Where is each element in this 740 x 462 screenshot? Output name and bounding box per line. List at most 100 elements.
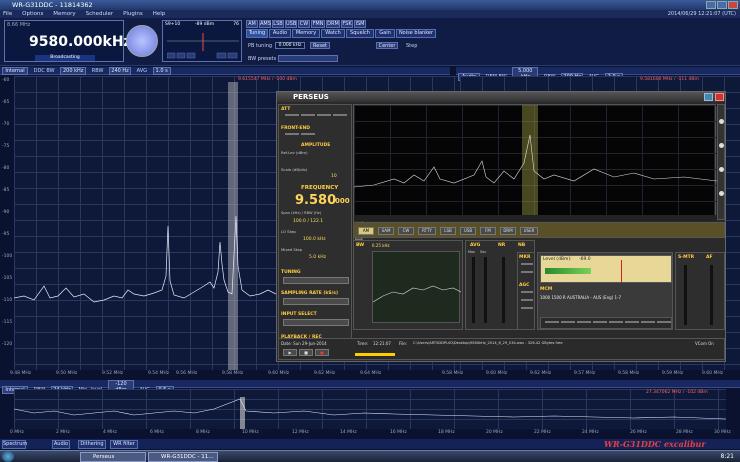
perseus-spectrum-trace: [354, 134, 717, 188]
att-button-3[interactable]: [317, 114, 331, 116]
mode-ism-button[interactable]: ISM: [354, 20, 366, 28]
meter-scale-graphic: [167, 33, 239, 59]
perseus-frequency[interactable]: 9.580: [295, 193, 336, 208]
tab-memory[interactable]: Memory: [292, 29, 320, 38]
maximize-button[interactable]: [717, 1, 727, 9]
x-tick: 4 MHz: [103, 430, 117, 435]
ddc-bw-select[interactable]: 200 kHz: [60, 67, 87, 75]
menu-scheduler[interactable]: Scheduler: [86, 11, 114, 17]
perseus-mode-drm[interactable]: DRM: [500, 227, 516, 235]
att-button-4[interactable]: [333, 114, 347, 116]
center-button[interactable]: Center: [376, 42, 398, 49]
sec-slider[interactable]: [484, 257, 487, 323]
perseus-mode-am[interactable]: AM: [358, 227, 374, 235]
left-source-button[interactable]: Internal: [2, 67, 28, 75]
side-knob-4[interactable]: [719, 191, 724, 196]
mkr-button-1[interactable]: [521, 263, 533, 265]
perseus-mode-usb[interactable]: USB: [460, 227, 476, 235]
stop-button[interactable]: ■: [299, 349, 313, 356]
frequency-display[interactable]: 8.66 MHz 9580.000kHz Broadcasting: [4, 20, 132, 62]
tab-gain[interactable]: Gain: [375, 29, 395, 38]
tab-tuning[interactable]: Tuning: [246, 29, 268, 38]
perseus-minimize-button[interactable]: [704, 93, 713, 101]
x-tick: 10 MHz: [242, 430, 259, 435]
mcm-button-7[interactable]: [641, 321, 655, 323]
left-rbw-select[interactable]: 240 Hz: [109, 67, 132, 75]
play-button[interactable]: ▶: [283, 349, 297, 356]
tab-bottom-audio[interactable]: Audio: [52, 440, 70, 449]
tab-squelch[interactable]: Squelch: [346, 29, 374, 38]
perseus-spectrum[interactable]: [353, 104, 717, 221]
agc-button-3[interactable]: [521, 307, 533, 309]
perseus-mode-user[interactable]: USER: [520, 227, 538, 235]
minimize-button[interactable]: [706, 1, 716, 9]
mkr-button-2[interactable]: [521, 271, 533, 273]
tab-dithering[interactable]: Dithering: [78, 440, 106, 449]
mcm-button-5[interactable]: [609, 321, 623, 323]
mcm-button-3[interactable]: [577, 321, 591, 323]
mcm-button-8[interactable]: [657, 321, 671, 323]
perseus-mode-cw[interactable]: CW: [398, 227, 414, 235]
start-button[interactable]: [2, 451, 14, 462]
menu-options[interactable]: Options: [22, 11, 43, 17]
menu-plugins[interactable]: Plugins: [123, 11, 143, 17]
bw-presets-bar[interactable]: [278, 55, 338, 62]
mode-fmn-button[interactable]: FMN: [311, 20, 325, 28]
menu-bar: File Options Memory Scheduler Plugins He…: [0, 10, 740, 18]
agc-button-2[interactable]: [521, 299, 533, 301]
mode-ams-button[interactable]: AMS: [259, 20, 271, 28]
af-volume-slider[interactable]: [710, 265, 713, 325]
perseus-mode-rtty[interactable]: RTTY: [418, 227, 436, 235]
tab-noise-blanker[interactable]: Noise blanker: [396, 29, 436, 38]
perseus-mode-lsb[interactable]: LSB: [440, 227, 456, 235]
att-button-2[interactable]: [301, 114, 315, 116]
perseus-mode-fm[interactable]: FM: [480, 227, 496, 235]
mode-lsb-button[interactable]: LSB: [272, 20, 284, 28]
att-button-1[interactable]: [285, 114, 299, 116]
front-end-button-1[interactable]: [285, 133, 299, 135]
perseus-close-button[interactable]: [715, 93, 724, 101]
mode-cw-button[interactable]: CW: [298, 20, 310, 28]
audio-spectrum[interactable]: [372, 251, 462, 323]
record-button[interactable]: ●: [315, 349, 329, 356]
tuning-knob[interactable]: [126, 25, 158, 57]
mode-drm-button[interactable]: DRM: [326, 20, 340, 28]
mcm-button-1[interactable]: [545, 321, 559, 323]
mcm-button-4[interactable]: [593, 321, 607, 323]
menu-memory[interactable]: Memory: [53, 11, 75, 17]
nr-slider[interactable]: [502, 257, 505, 323]
step-label: Step: [406, 43, 418, 49]
reset-button[interactable]: Reset: [310, 42, 330, 49]
tab-spectrum[interactable]: Spectrum: [2, 440, 27, 449]
mcm-button-6[interactable]: [625, 321, 639, 323]
taskbar-perseus[interactable]: Perseus: [80, 452, 146, 462]
playback-progress[interactable]: [355, 353, 395, 356]
taskbar-wr-g31ddc[interactable]: WR-G31DDC - 11...: [148, 452, 218, 462]
side-knob-2[interactable]: [719, 143, 724, 148]
front-end-label: FRONT-END: [281, 126, 310, 131]
y-tick: -100: [2, 254, 13, 259]
perseus-mode-sam[interactable]: SAM: [378, 227, 394, 235]
mcm-button-2[interactable]: [561, 321, 575, 323]
mode-fsk-button[interactable]: FSK: [341, 20, 353, 28]
input-select-bar[interactable]: [283, 319, 349, 326]
menu-file[interactable]: File: [3, 11, 12, 17]
front-end-button-2[interactable]: [301, 133, 315, 135]
tab-wr-filter[interactable]: WR filter: [110, 440, 138, 449]
left-avg-select[interactable]: 1.0 s: [152, 67, 171, 75]
menu-help[interactable]: Help: [153, 11, 166, 17]
side-knob-3[interactable]: [719, 167, 724, 172]
close-button[interactable]: [728, 1, 738, 9]
smtr-slider[interactable]: [684, 265, 687, 325]
tab-audio[interactable]: Audio: [269, 29, 291, 38]
side-knob-1[interactable]: [719, 119, 724, 124]
avg-slider[interactable]: [472, 257, 475, 323]
tab-watch[interactable]: Watch: [321, 29, 345, 38]
agc-button-1[interactable]: [521, 291, 533, 293]
pb-tuning-value[interactable]: 0.000 kHz: [275, 42, 305, 49]
mode-usb-button[interactable]: USB: [285, 20, 297, 28]
sampling-rate-bar[interactable]: [283, 298, 349, 305]
mode-am-button[interactable]: AM: [246, 20, 258, 28]
tuning-bar[interactable]: [283, 277, 349, 284]
x-tick: 9.64 MHz: [360, 371, 382, 376]
